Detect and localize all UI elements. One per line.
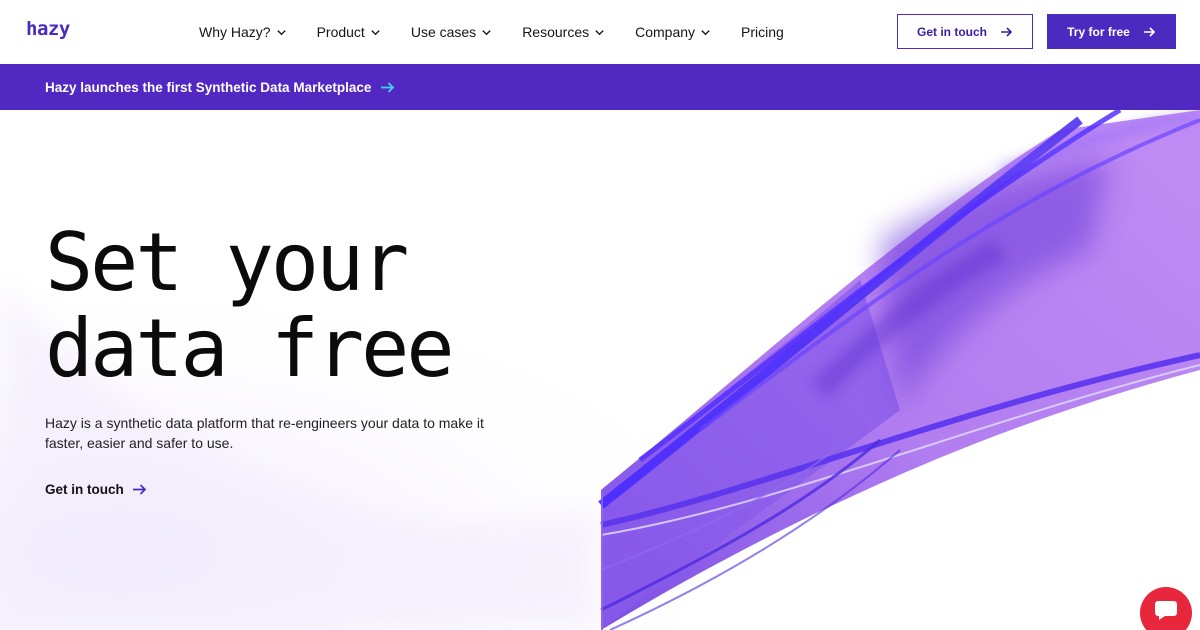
hazy-logo[interactable]: hazy (26, 18, 70, 40)
cta-label: Get in touch (45, 482, 124, 497)
arrow-right-icon (381, 81, 395, 93)
nav-item-why-hazy[interactable]: Why Hazy? (199, 24, 287, 40)
nav-item-resources[interactable]: Resources (522, 24, 605, 40)
hero-get-in-touch-link[interactable]: Get in touch (45, 482, 147, 497)
announcement-banner[interactable]: Hazy launches the first Synthetic Data M… (0, 64, 1200, 110)
nav-item-pricing[interactable]: Pricing (741, 24, 784, 40)
nav-item-label: Company (635, 24, 696, 40)
nav-item-label: Product (316, 24, 365, 40)
chevron-down-icon (276, 29, 286, 35)
arrow-right-icon (1001, 26, 1013, 37)
get-in-touch-button[interactable]: Get in touch (897, 14, 1033, 49)
hero-headline: Set your data free (45, 216, 454, 395)
headline-line-2: data free (45, 302, 454, 395)
get-in-touch-label: Get in touch (917, 24, 987, 39)
nav-item-company[interactable]: Company (635, 24, 711, 40)
nav-item-product[interactable]: Product (317, 24, 381, 40)
chat-bubble-icon (1155, 601, 1177, 620)
hero-subtitle: Hazy is a synthetic data platform that r… (45, 415, 484, 451)
nav-item-use-cases[interactable]: Use cases (411, 24, 492, 40)
nav-item-label: Use cases (410, 24, 477, 40)
arrow-right-icon (1143, 26, 1155, 37)
banner-text: Hazy launches the first Synthetic Data M… (45, 79, 372, 95)
main-nav: Why Hazy? Product Use cases Resources Co… (199, 0, 784, 64)
nav-item-label: Resources (522, 24, 590, 40)
chat-launcher-button[interactable] (1140, 587, 1192, 630)
headline-line-1: Set your (45, 216, 409, 309)
chevron-down-icon (701, 29, 710, 35)
nav-item-label: Why Hazy? (199, 24, 271, 40)
try-for-free-button[interactable]: Try for free (1047, 14, 1176, 49)
site-header: hazy Why Hazy? Product Use cases Resourc… (0, 0, 1200, 64)
chevron-down-icon (595, 29, 604, 35)
arrow-right-icon (132, 484, 146, 495)
chevron-down-icon (371, 29, 380, 35)
try-for-free-label: Try for free (1067, 24, 1130, 39)
chevron-down-icon (482, 29, 491, 35)
hero-section: Set your data free Hazy is a synthetic d… (0, 110, 1200, 630)
nav-item-label: Pricing (741, 24, 784, 40)
